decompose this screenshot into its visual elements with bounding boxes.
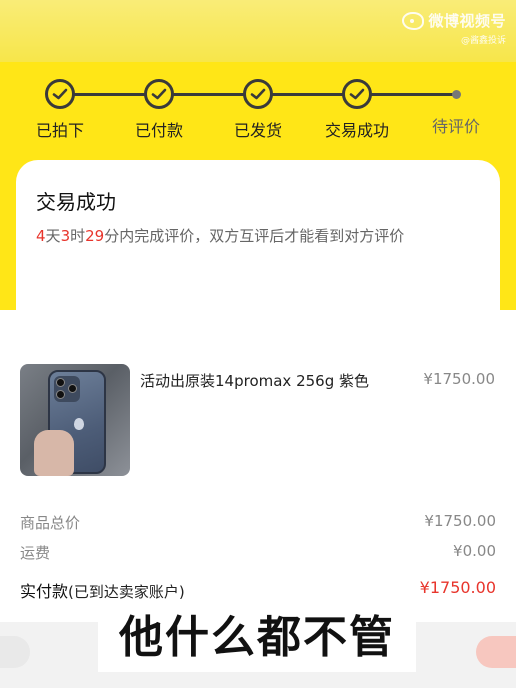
paid-note: (已到达卖家账户) — [68, 583, 185, 601]
bottom-left-button[interactable] — [0, 636, 30, 668]
hand-image — [34, 430, 74, 476]
weibo-watermark: 微博视频号 @酱鑫投诉 — [402, 10, 506, 46]
check-icon — [144, 79, 174, 109]
product-thumbnail[interactable] — [20, 364, 130, 476]
step-label: 已拍下 — [35, 121, 84, 140]
step-label: 待评价 — [431, 117, 480, 136]
paid-value: ¥1750.00 — [419, 578, 496, 597]
video-caption: 他什么都不管 — [119, 612, 395, 663]
goods-total-label: 商品总价 — [20, 514, 81, 532]
check-icon — [243, 79, 273, 109]
status-title: 交易成功 — [36, 190, 116, 214]
hours-unit: 时 — [70, 227, 86, 245]
countdown-rest: 分内完成评价，双方互评后才能看到对方评价 — [104, 227, 405, 245]
pending-dot-icon — [451, 90, 461, 99]
review-countdown: 4天3时29分内完成评价，双方互评后才能看到对方评价 — [36, 225, 480, 246]
step-completed: 交易成功 — [312, 74, 402, 141]
paid-label-group: 实付款(已到达卖家账户) — [20, 578, 185, 602]
price-summary: 商品总价 ¥1750.00 运费 ¥0.00 实付款(已到达卖家账户) ¥175… — [20, 512, 496, 608]
step-label: 交易成功 — [324, 121, 389, 140]
order-progress: 已拍下 已付款 已发货 交易成功 待评价 — [0, 74, 516, 144]
check-icon — [342, 79, 372, 109]
step-to-review: 待评价 — [411, 74, 501, 137]
step-shipped: 已发货 — [213, 74, 303, 141]
step-label: 已发货 — [233, 121, 282, 140]
watermark-subtitle: @酱鑫投诉 — [460, 36, 506, 46]
product-item[interactable]: 活动出原装14promax 256g 紫色 ¥1750.00 — [20, 364, 500, 476]
bottom-right-button[interactable] — [476, 636, 516, 668]
shipping-value: ¥0.00 — [453, 542, 496, 560]
countdown-hours: 3 — [60, 227, 71, 245]
weibo-logo-icon — [402, 11, 425, 30]
step-ordered: 已拍下 — [15, 74, 105, 141]
countdown-minutes: 29 — [85, 227, 105, 245]
check-icon — [45, 79, 75, 109]
watermark-title: 微博视频号 — [428, 12, 506, 30]
order-status-card: 交易成功 4天3时29分内完成评价，双方互评后才能看到对方评价 — [16, 160, 500, 310]
product-title[interactable]: 活动出原装14promax 256g 紫色 — [140, 370, 369, 391]
days-unit: 天 — [45, 227, 61, 245]
step-paid: 已付款 — [114, 74, 204, 141]
goods-total-row: 商品总价 ¥1750.00 — [20, 512, 496, 542]
product-price: ¥1750.00 — [423, 370, 495, 388]
goods-total-value: ¥1750.00 — [424, 512, 496, 530]
paid-label: 实付款 — [20, 582, 69, 601]
shipping-label: 运费 — [20, 544, 51, 562]
step-label: 已付款 — [134, 121, 183, 140]
apple-logo-icon — [74, 418, 84, 430]
countdown-days: 4 — [36, 227, 46, 245]
shipping-row: 运费 ¥0.00 — [20, 542, 496, 572]
